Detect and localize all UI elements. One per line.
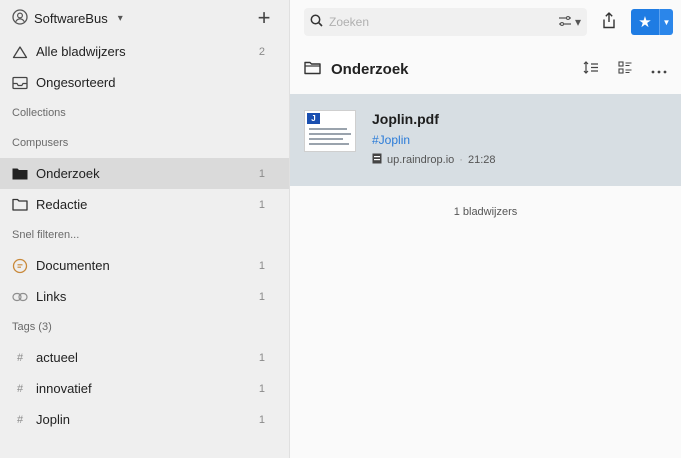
sidebar-item-label: Ongesorteerd bbox=[36, 75, 116, 90]
thumbnail-logo: J bbox=[307, 113, 320, 124]
quick-filter-label: Snel filteren... bbox=[12, 229, 80, 241]
link-icon bbox=[12, 289, 28, 305]
sort-button[interactable] bbox=[579, 57, 603, 81]
hash-icon: # bbox=[16, 413, 24, 426]
more-icon bbox=[651, 62, 667, 77]
sidebar-item-label: Links bbox=[36, 289, 67, 304]
sidebar-item-onderzoek[interactable]: Onderzoek 1 bbox=[0, 158, 289, 189]
filter-icon bbox=[558, 15, 572, 30]
sidebar-item-count: 2 bbox=[258, 45, 265, 58]
sidebar-item-count: 1 bbox=[258, 382, 265, 395]
sidebar-item-label: innovatief bbox=[36, 381, 92, 396]
sidebar-item-count: 1 bbox=[258, 413, 265, 426]
sidebar-item-label: Alle bladwijzers bbox=[36, 44, 126, 59]
hash-icon: # bbox=[16, 351, 24, 364]
sidebar-item-label: Joplin bbox=[36, 412, 70, 427]
collections-section-label: Collections bbox=[12, 107, 66, 119]
search-filter-button[interactable]: ▾ bbox=[558, 15, 581, 30]
sidebar-item-count: 1 bbox=[258, 167, 265, 180]
folder-actions bbox=[579, 57, 671, 81]
more-button[interactable] bbox=[647, 57, 671, 81]
sidebar-item-count: 1 bbox=[258, 259, 265, 272]
bookmark-item[interactable]: J Joplin.pdf #Joplin up.raindrop.io · 21… bbox=[290, 94, 681, 186]
account-switcher[interactable]: SoftwareBus ▾ bbox=[12, 8, 123, 28]
bookmark-title[interactable]: Joplin.pdf bbox=[372, 111, 495, 127]
share-button[interactable] bbox=[595, 8, 623, 36]
sidebar-item-count: 1 bbox=[258, 198, 265, 211]
sidebar-item-label: Documenten bbox=[36, 258, 110, 273]
chevron-down-icon: ▾ bbox=[574, 15, 581, 29]
add-bookmark-button[interactable]: ★ ▼ bbox=[631, 9, 673, 35]
main-panel: ▾ ★ ▼ Onderzoek bbox=[290, 0, 681, 458]
view-mode-button[interactable] bbox=[613, 57, 637, 81]
add-button[interactable]: + bbox=[249, 5, 279, 31]
chevron-down-icon: ▾ bbox=[117, 12, 123, 24]
sidebar-item-documenten[interactable]: Documenten 1 bbox=[0, 250, 289, 281]
inbox-icon bbox=[12, 75, 28, 91]
chevron-down-icon[interactable]: ▼ bbox=[659, 9, 673, 35]
search-icon bbox=[310, 14, 323, 30]
bookmark-count: 1 bladwijzers bbox=[453, 206, 518, 218]
sidebar-item-tag-actueel[interactable]: # actueel 1 bbox=[0, 342, 289, 373]
file-type-icon bbox=[372, 153, 382, 167]
bookmark-thumbnail: J bbox=[304, 110, 356, 152]
folder-filled-icon bbox=[12, 166, 28, 182]
sidebar-item-tag-innovatief[interactable]: # innovatief 1 bbox=[0, 373, 289, 404]
hash-icon: # bbox=[16, 382, 24, 395]
bookmark-meta: up.raindrop.io · 21:28 bbox=[372, 153, 495, 167]
account-name: SoftwareBus bbox=[34, 10, 108, 26]
sort-icon bbox=[583, 61, 599, 77]
sidebar-item-label: Redactie bbox=[36, 197, 88, 212]
sidebar-header: SoftwareBus ▾ + bbox=[0, 0, 289, 36]
bookmark-info: Joplin.pdf #Joplin up.raindrop.io · 21:2… bbox=[372, 110, 495, 170]
search-box: ▾ bbox=[304, 8, 587, 36]
star-icon[interactable]: ★ bbox=[631, 9, 659, 35]
app-window: SoftwareBus ▾ + Alle bladwijzers 2 Onges… bbox=[0, 0, 681, 458]
group-label[interactable]: Compusers bbox=[0, 128, 289, 158]
tags-section-label[interactable]: Tags (3) bbox=[0, 312, 289, 342]
sidebar-item-links[interactable]: Links 1 bbox=[0, 281, 289, 312]
bookmark-domain: up.raindrop.io bbox=[387, 154, 455, 166]
folder-icon bbox=[304, 61, 321, 78]
account-icon bbox=[12, 8, 28, 28]
sidebar-item-count: 1 bbox=[258, 351, 265, 364]
cloud-icon bbox=[12, 44, 28, 60]
page-title: Onderzoek bbox=[331, 60, 409, 78]
search-input[interactable] bbox=[329, 15, 552, 29]
meta-separator: · bbox=[459, 154, 463, 166]
folder-icon bbox=[12, 197, 28, 213]
sidebar-item-label: actueel bbox=[36, 350, 78, 365]
share-icon bbox=[601, 12, 617, 32]
sidebar: SoftwareBus ▾ + Alle bladwijzers 2 Onges… bbox=[0, 0, 290, 458]
sidebar-item-count: 1 bbox=[258, 290, 265, 303]
folder-header: Onderzoek bbox=[290, 44, 681, 94]
bookmark-time: 21:28 bbox=[467, 154, 496, 166]
sidebar-item-unsorted[interactable]: Ongesorteerd bbox=[0, 67, 289, 98]
sidebar-item-tag-joplin[interactable]: # Joplin 1 bbox=[0, 404, 289, 435]
bookmark-tag[interactable]: #Joplin bbox=[372, 133, 495, 147]
toolbar: ▾ ★ ▼ bbox=[290, 0, 681, 44]
sidebar-item-redactie[interactable]: Redactie 1 bbox=[0, 189, 289, 220]
view-list-icon bbox=[617, 60, 633, 78]
document-icon bbox=[12, 258, 28, 274]
sidebar-item-label: Onderzoek bbox=[36, 166, 100, 181]
sidebar-item-all-bookmarks[interactable]: Alle bladwijzers 2 bbox=[0, 36, 289, 67]
